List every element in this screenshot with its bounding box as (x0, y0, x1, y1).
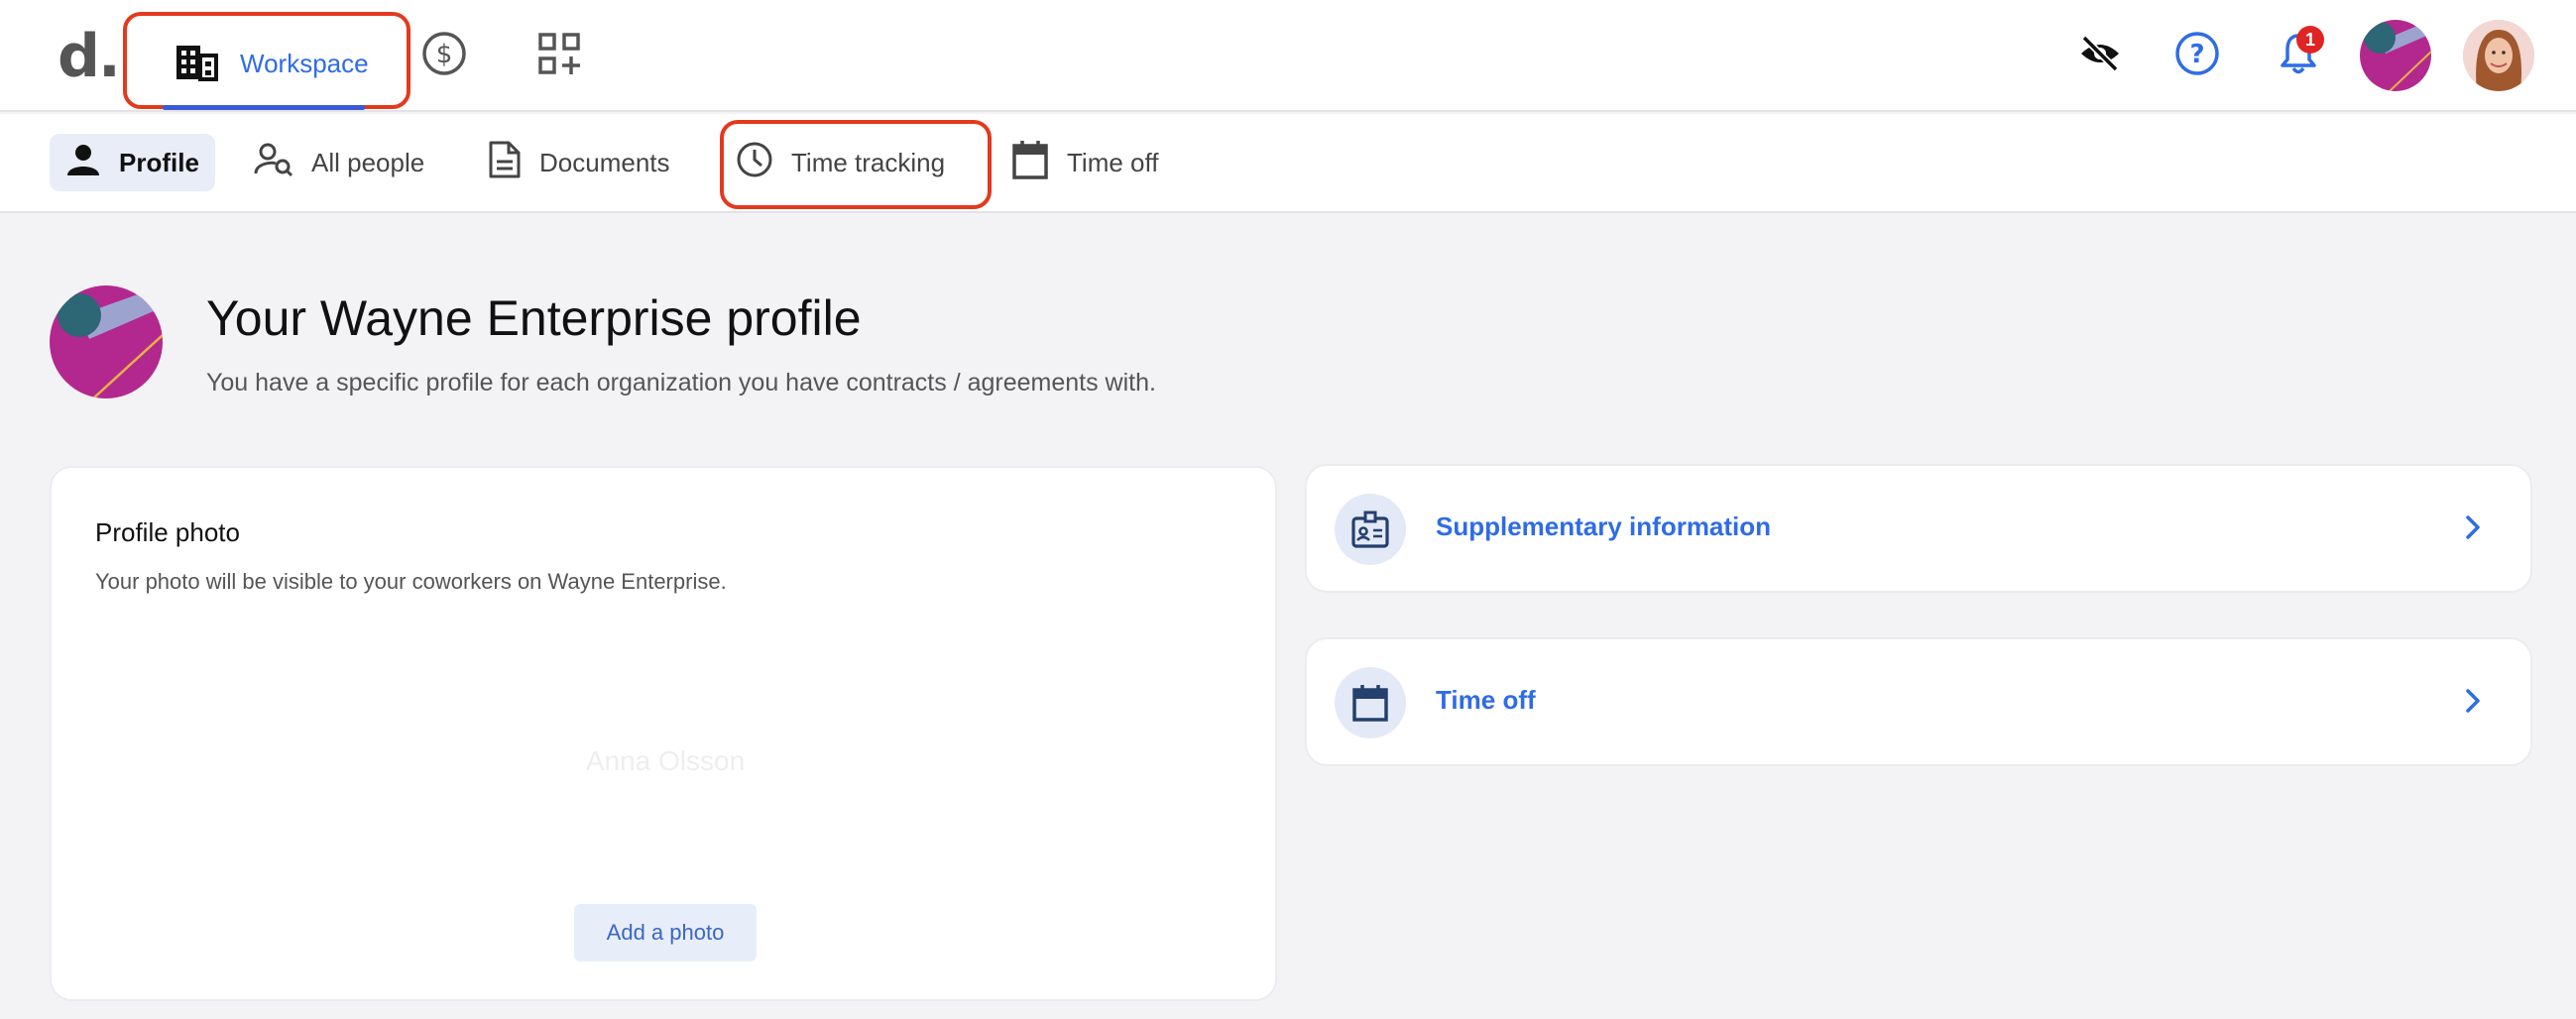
person-icon (65, 142, 101, 184)
svg-text:?: ? (2189, 40, 2204, 69)
section-navigation: Profile All people Documents Time tracki… (0, 114, 2576, 213)
building-icon (175, 42, 218, 86)
tab-all-people-label: All people (311, 147, 425, 177)
profile-photo-card: Profile photo Your photo will be visible… (50, 466, 1277, 1001)
tab-documents[interactable]: Documents (488, 134, 670, 191)
person-search-icon (254, 142, 293, 184)
help-icon[interactable]: ? (2173, 30, 2221, 77)
page-subtitle: You have a specific profile for each org… (206, 369, 1156, 396)
chevron-right-icon (2463, 511, 2483, 548)
tab-profile[interactable]: Profile (50, 134, 215, 191)
tab-documents-label: Documents (539, 147, 670, 177)
supplementary-information-label: Supplementary information (1436, 511, 1772, 541)
document-icon (488, 140, 522, 186)
time-off-link[interactable]: Time off (1305, 637, 2532, 766)
billing-icon[interactable]: $ (420, 30, 468, 77)
organization-logo (50, 285, 163, 398)
active-tab-indicator (163, 105, 365, 110)
app-logo[interactable]: d. (58, 22, 121, 91)
apps-grid-icon[interactable] (535, 30, 583, 77)
notification-count-badge: 1 (2296, 26, 2324, 54)
supplementary-information-link[interactable]: Supplementary information (1305, 464, 2532, 593)
tab-all-people[interactable]: All people (254, 134, 424, 191)
svg-text:$: $ (436, 40, 453, 69)
user-avatar[interactable] (2463, 20, 2534, 91)
top-navigation-bar: d. Workspace $ ? 1 (0, 0, 2576, 112)
page-title: Your Wayne Enterprise profile (206, 290, 862, 346)
add-photo-button[interactable]: Add a photo (574, 904, 757, 962)
time-off-label: Time off (1436, 685, 1536, 715)
time-tracking-highlight-box (720, 120, 992, 209)
workspace-tab[interactable]: Workspace (123, 12, 410, 109)
chevron-right-icon (2463, 685, 2483, 722)
photo-placeholder-name: Anna Olsson (585, 745, 746, 776)
calendar-icon (1011, 139, 1049, 187)
profile-photo-title: Profile photo (95, 517, 240, 547)
organization-avatar[interactable] (2360, 20, 2431, 91)
hide-eye-icon[interactable] (2076, 30, 2124, 77)
workspace-tab-label: Workspace (240, 49, 369, 78)
tab-profile-label: Profile (119, 147, 199, 177)
tab-time-off-label: Time off (1067, 147, 1159, 177)
id-badge-icon (1335, 494, 1406, 565)
profile-photo-description: Your photo will be visible to your cowor… (95, 569, 727, 594)
calendar-icon (1335, 667, 1406, 738)
tab-time-off[interactable]: Time off (1011, 134, 1158, 191)
